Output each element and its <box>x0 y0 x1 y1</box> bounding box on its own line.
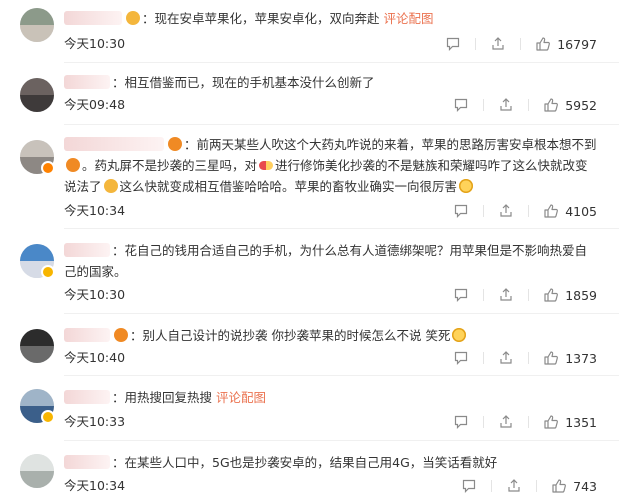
timestamp: 今天10:30 <box>64 287 126 302</box>
share-icon[interactable] <box>498 97 514 113</box>
comment-icon[interactable] <box>453 350 469 366</box>
like-count: 743 <box>573 478 597 494</box>
avatar[interactable] <box>20 78 54 112</box>
thumbs-up-icon[interactable] <box>543 203 559 219</box>
like-count: 5952 <box>565 97 597 113</box>
username[interactable] <box>64 243 110 257</box>
comment-footer: 今天10:34 4105 <box>64 202 597 220</box>
thumbs-up-icon[interactable] <box>535 36 551 52</box>
comment-icon[interactable] <box>453 287 469 303</box>
thumbs-up-icon[interactable] <box>551 478 567 494</box>
comment-footer: 今天09:48 5952 <box>64 96 597 114</box>
comment-text: ：现在安卓苹果化，苹果安卓化，双向奔赴 评论配图 <box>64 8 597 29</box>
avatar[interactable] <box>20 8 54 42</box>
comment-icon[interactable] <box>461 478 477 494</box>
username[interactable] <box>64 390 110 404</box>
emoji-icon <box>168 137 182 151</box>
comment-text: ：前两天某些人吹这个大药丸咋说的来着，苹果的思路厉害安卓根本想不到。药丸屏不是抄… <box>64 137 597 194</box>
comment-footer: 今天10:30 1859 <box>64 286 597 304</box>
comment-icon[interactable] <box>445 36 461 52</box>
comment-footer: 今天10:34 743 <box>64 477 597 495</box>
verified-badge-icon <box>41 410 55 424</box>
pill-emoji-icon <box>259 161 274 170</box>
thumbs-up-icon[interactable] <box>543 414 559 430</box>
comment-icon[interactable] <box>453 414 469 430</box>
comment-footer: 今天10:33 1351 <box>64 413 597 431</box>
username[interactable] <box>64 137 164 151</box>
monkey-emoji-icon <box>66 158 80 172</box>
comment-footer: 今天10:40 1373 <box>64 349 597 367</box>
share-icon[interactable] <box>490 36 506 52</box>
like-count: 1351 <box>565 414 597 430</box>
timestamp: 今天10:33 <box>64 414 126 429</box>
like-count: 1859 <box>565 287 597 303</box>
username[interactable] <box>64 455 110 469</box>
username[interactable] <box>64 11 122 25</box>
emoji-icon <box>459 179 474 193</box>
like-count: 16797 <box>557 36 597 52</box>
share-icon[interactable] <box>498 287 514 303</box>
comment-text: ：用热搜回复热搜 评论配图 <box>64 387 597 408</box>
thumbs-up-icon[interactable] <box>543 287 559 303</box>
emoji-icon <box>452 328 467 342</box>
username[interactable] <box>64 328 110 342</box>
emoji-icon <box>114 328 128 342</box>
share-icon[interactable] <box>506 478 522 494</box>
comment-text: ：在某些人口中，5G也是抄袭安卓的，结果自己用4G，当笑话看就好 <box>64 452 597 473</box>
like-count: 1373 <box>565 350 597 366</box>
comment-icon[interactable] <box>453 203 469 219</box>
comment-text: ：别人自己设计的说抄袭 你抄袭苹果的时候怎么不说 笑死 <box>64 325 597 346</box>
avatar[interactable] <box>20 329 54 363</box>
thumbs-up-icon[interactable] <box>543 350 559 366</box>
like-count: 4105 <box>565 203 597 219</box>
share-icon[interactable] <box>498 414 514 430</box>
doge-emoji-icon <box>103 179 118 193</box>
comment-text: ：相互借鉴而已，现在的手机基本没什么创新了 <box>64 72 597 93</box>
comment-text: ：花自己的钱用合适自己的手机，为什么总有人道德绑架呢？用苹果但是不影响热爱自己的… <box>64 243 588 279</box>
avatar[interactable] <box>20 454 54 488</box>
username[interactable] <box>64 75 110 89</box>
verified-badge-icon <box>41 265 55 279</box>
comment-image-link[interactable]: 评论配图 <box>384 11 434 26</box>
timestamp: 今天09:48 <box>64 97 126 112</box>
share-icon[interactable] <box>498 203 514 219</box>
comment-icon[interactable] <box>453 97 469 113</box>
thumbs-up-icon[interactable] <box>543 97 559 113</box>
comment-footer: 今天10:30 16797 <box>64 35 597 53</box>
timestamp: 今天10:40 <box>64 350 126 365</box>
comment-image-link[interactable]: 评论配图 <box>216 390 266 405</box>
share-icon[interactable] <box>498 350 514 366</box>
timestamp: 今天10:34 <box>64 203 126 218</box>
timestamp: 今天10:34 <box>64 478 126 493</box>
verified-badge-icon <box>41 161 55 175</box>
timestamp: 今天10:30 <box>64 36 126 51</box>
emoji-icon <box>126 11 140 25</box>
